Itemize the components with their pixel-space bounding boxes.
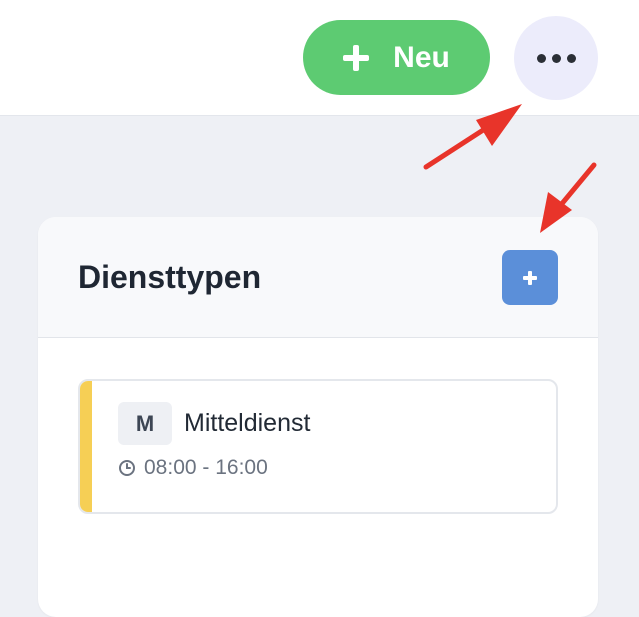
shift-type-item[interactable]: M Mitteldienst 08:00 - 16:00 [78, 379, 558, 514]
more-horizontal-icon [536, 53, 546, 63]
shift-name: Mitteldienst [184, 409, 311, 437]
more-horizontal-icon-dot [566, 53, 576, 63]
add-shift-type-button[interactable] [502, 250, 558, 305]
shift-time-row: 08:00 - 16:00 [118, 456, 268, 480]
card-title: Diensttypen [78, 259, 262, 295]
new-button-label: Neu [393, 40, 450, 74]
plus-icon [343, 44, 370, 71]
shift-types-card: Diensttypen M Mitteldienst 08:00 - 16:00 [38, 217, 598, 617]
plus-icon [523, 270, 537, 285]
more-options-button[interactable] [514, 16, 598, 100]
top-bar: Neu [0, 0, 639, 116]
card-header: Diensttypen [38, 217, 598, 338]
shift-color-stripe [80, 381, 92, 512]
new-button[interactable]: Neu [303, 20, 490, 95]
shift-code-badge: M [118, 402, 172, 445]
shift-time: 08:00 - 16:00 [144, 456, 268, 479]
clock-icon [119, 460, 135, 476]
more-horizontal-icon-dot [551, 53, 561, 63]
